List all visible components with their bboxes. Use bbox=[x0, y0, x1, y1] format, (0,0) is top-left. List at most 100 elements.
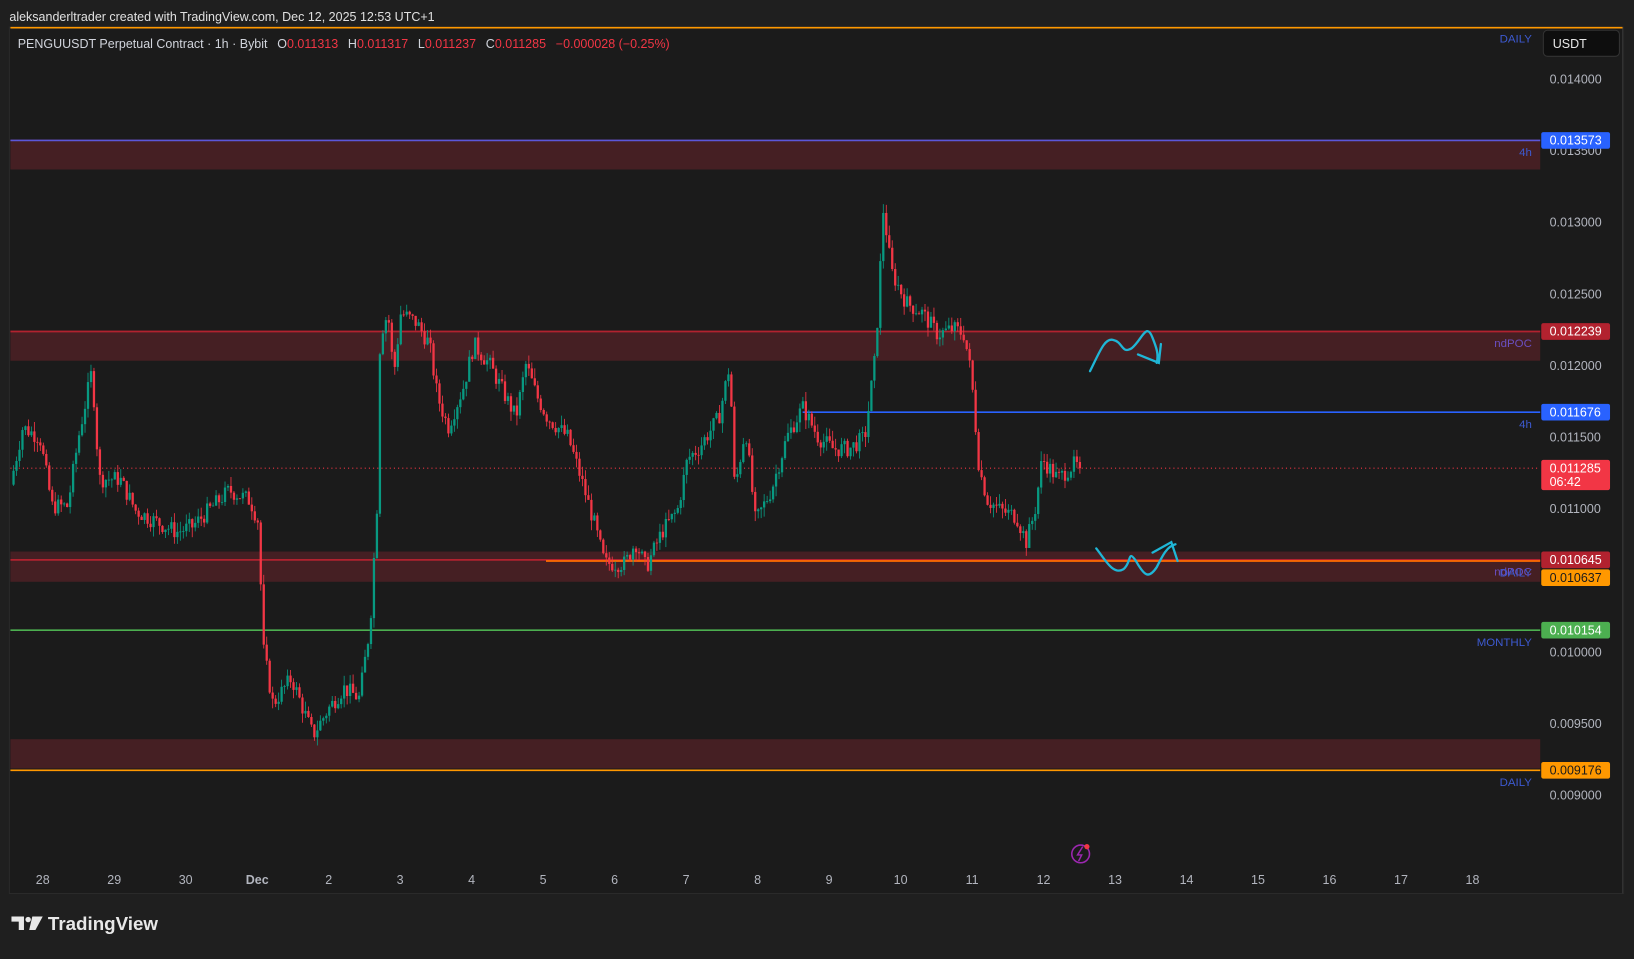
candle-body bbox=[557, 427, 560, 433]
candle-body bbox=[712, 418, 715, 431]
candle-body bbox=[328, 706, 331, 716]
time-tick-label: Dec bbox=[246, 873, 269, 887]
candle-body bbox=[500, 378, 504, 382]
candle-body bbox=[372, 558, 376, 619]
candle-body bbox=[748, 443, 751, 456]
candle-body bbox=[12, 470, 15, 485]
time-axis[interactable]: 28 29 30 Dec 2 3 4 5 6 7 8 9 10 11 12 13 14 15 16 17 18 bbox=[36, 873, 1480, 887]
candle-body bbox=[280, 686, 283, 702]
candle-body bbox=[545, 414, 548, 422]
symbol-name: PENGUUSDT Perpetual Contract · 1h · Bybi… bbox=[18, 37, 268, 51]
candle-body bbox=[792, 427, 796, 433]
candle-body bbox=[840, 444, 843, 457]
candle-body bbox=[331, 700, 334, 707]
candle-body bbox=[694, 452, 697, 455]
candle-body bbox=[995, 504, 998, 506]
candle-body bbox=[667, 518, 670, 520]
candle-body bbox=[908, 296, 912, 306]
candle-body bbox=[760, 507, 763, 510]
candle-body bbox=[474, 337, 477, 359]
candle-body bbox=[643, 551, 647, 558]
candle-body bbox=[724, 381, 727, 401]
candle-body bbox=[575, 451, 578, 459]
candle-body bbox=[691, 452, 694, 457]
candle-body bbox=[348, 683, 352, 697]
level-tag-daily-bottom: DAILY bbox=[1500, 777, 1533, 789]
price-tick-label: 0.010000 bbox=[1550, 645, 1602, 659]
attribution-text: aleksanderltrader created with TradingVi… bbox=[9, 10, 434, 24]
open-label: O bbox=[277, 37, 287, 51]
low-label: L bbox=[418, 37, 425, 51]
time-tick-label: 14 bbox=[1180, 873, 1194, 887]
candle-body bbox=[864, 432, 867, 438]
candle-body bbox=[679, 500, 682, 509]
candle-body bbox=[334, 700, 337, 709]
candle-body bbox=[554, 427, 557, 433]
candle-body bbox=[235, 498, 239, 500]
candle-body bbox=[950, 325, 953, 332]
currency-button[interactable]: USDT bbox=[1542, 29, 1620, 57]
candle-body bbox=[125, 480, 128, 500]
candle-body bbox=[191, 519, 194, 528]
candle-body bbox=[480, 354, 483, 361]
candle-body bbox=[888, 235, 891, 248]
candle-body bbox=[405, 311, 408, 315]
candle-body bbox=[637, 552, 641, 554]
time-tick-label: 8 bbox=[754, 873, 761, 887]
time-tick-label: 12 bbox=[1037, 873, 1051, 887]
candle-body bbox=[828, 436, 831, 441]
candle-body bbox=[551, 422, 554, 428]
candle-body bbox=[897, 284, 900, 286]
candle-body bbox=[217, 495, 221, 503]
candle-body bbox=[1043, 461, 1046, 462]
candle-body bbox=[685, 459, 688, 475]
candle-body bbox=[578, 458, 581, 476]
candle-body bbox=[911, 305, 915, 314]
candle-body bbox=[527, 363, 530, 369]
candle-body bbox=[292, 682, 295, 690]
chart-canvas[interactable]: aleksanderltrader created with TradingVi… bbox=[0, 0, 1634, 954]
candle-body bbox=[206, 503, 209, 523]
time-tick-label: 4 bbox=[468, 873, 475, 887]
candle-body bbox=[1016, 522, 1019, 527]
open-value: 0.011313 bbox=[287, 37, 338, 51]
candle-body bbox=[378, 354, 382, 514]
candle-body bbox=[932, 316, 936, 323]
candle-body bbox=[1057, 471, 1061, 473]
time-tick-label: 29 bbox=[107, 873, 121, 887]
candle-body bbox=[24, 426, 27, 431]
candle-body bbox=[155, 516, 158, 519]
candle-body bbox=[623, 556, 626, 570]
candle-body bbox=[337, 704, 340, 709]
last-price-label: 0.011285 bbox=[1550, 461, 1601, 475]
candle-body bbox=[584, 479, 587, 496]
candle-body bbox=[968, 349, 971, 361]
candle-body bbox=[316, 730, 319, 738]
candle-body bbox=[786, 432, 790, 442]
candle-body bbox=[1004, 508, 1007, 513]
candle-body bbox=[524, 363, 528, 378]
candle-body bbox=[158, 518, 161, 526]
candle-body bbox=[277, 701, 280, 704]
candle-body bbox=[68, 492, 72, 507]
candle-body bbox=[646, 557, 650, 571]
candle-body bbox=[596, 515, 599, 531]
candle-body bbox=[658, 531, 662, 543]
candle-body bbox=[119, 477, 122, 485]
low-value: 0.011237 bbox=[425, 37, 476, 51]
candle-body bbox=[953, 322, 956, 332]
candle-body bbox=[605, 553, 608, 558]
candle-body bbox=[274, 698, 277, 704]
candle-body bbox=[721, 400, 724, 424]
candle-body bbox=[295, 687, 298, 690]
candle-body bbox=[625, 555, 629, 557]
candle-body bbox=[971, 360, 974, 390]
candle-body bbox=[652, 542, 656, 556]
candle-body bbox=[536, 385, 539, 399]
zone-band bbox=[10, 330, 1541, 361]
candle-body bbox=[879, 261, 882, 328]
candle-body bbox=[226, 485, 230, 488]
candle-body bbox=[146, 513, 149, 524]
candle-body bbox=[903, 294, 906, 307]
candle-body bbox=[905, 296, 909, 307]
